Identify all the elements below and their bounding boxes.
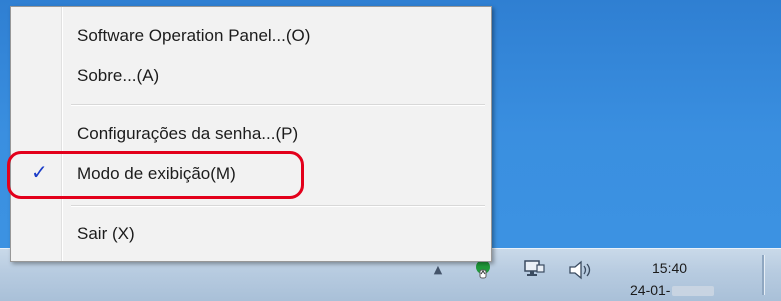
volume-icon-graphic [569, 260, 591, 280]
tray-context-menu: Software Operation Panel...(O) Sobre...(… [10, 6, 492, 262]
network-icon-graphic [524, 260, 545, 276]
clock-date-redacted [672, 286, 715, 297]
tray-arrow-glyph: ▲ [433, 262, 443, 276]
clock-date[interactable]: 24-01- [630, 282, 740, 298]
volume-icon[interactable] [567, 259, 595, 281]
highlight-callout-ring [7, 151, 304, 199]
menu-separator [71, 205, 485, 207]
clock-date-text: 24-01- [630, 282, 671, 298]
menu-item-label: Software Operation Panel...(O) [77, 26, 311, 45]
menu-item-label: Configurações da senha...(P) [77, 124, 299, 143]
network-icon[interactable] [522, 258, 546, 280]
menu-separator [71, 104, 485, 106]
clock-time[interactable]: 15:40 [652, 260, 722, 276]
menu-item-label: Sobre...(A) [77, 66, 160, 85]
menu-item-configuracoes-senha[interactable]: Configurações da senha...(P) [11, 117, 491, 151]
menu-item-sair[interactable]: Sair (X) [11, 217, 491, 251]
menu-item-label: Sair (X) [77, 224, 135, 243]
menu-item-sobre[interactable]: Sobre...(A) [11, 59, 491, 93]
menu-item-software-operation-panel[interactable]: Software Operation Panel...(O) [11, 19, 491, 53]
show-hidden-icons-arrow-icon[interactable]: ▲ [432, 262, 444, 276]
taskbar-separator [762, 255, 765, 295]
